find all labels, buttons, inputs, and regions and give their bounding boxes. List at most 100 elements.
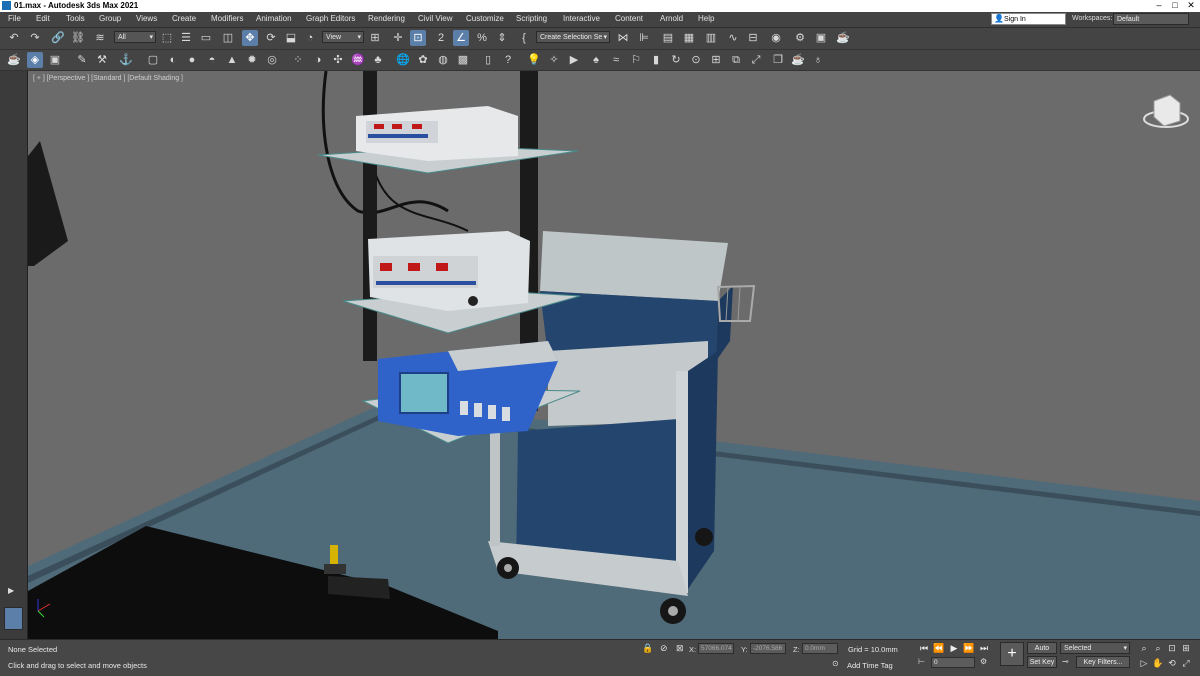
- teapot-small-icon[interactable]: ☕: [790, 52, 806, 68]
- edit-named-selection-icon[interactable]: {: [516, 30, 532, 46]
- select-place-icon[interactable]: ◔: [302, 30, 318, 46]
- globe-icon[interactable]: 🌐: [395, 52, 411, 68]
- redo-icon[interactable]: ↷: [27, 30, 43, 46]
- render-production-icon[interactable]: ☕: [835, 30, 851, 46]
- transform-tool-icon[interactable]: ⚓: [118, 52, 134, 68]
- sky-icon[interactable]: ◎: [264, 52, 280, 68]
- snaps-toggle-icon[interactable]: 2: [433, 30, 449, 46]
- menu-graph-editors[interactable]: Graph Editors: [306, 14, 355, 23]
- ribbon-toggle-icon[interactable]: ▥: [703, 30, 719, 46]
- field-of-view-icon[interactable]: ▷: [1138, 657, 1150, 669]
- mirror-icon[interactable]: ⋈: [615, 30, 631, 46]
- menu-edit[interactable]: Edit: [36, 14, 50, 23]
- play-icon[interactable]: ▶: [948, 642, 960, 654]
- camera-icon[interactable]: ▩: [455, 52, 471, 68]
- menu-interactive[interactable]: Interactive: [563, 14, 600, 23]
- grid-icon[interactable]: ⊞: [708, 52, 724, 68]
- key-mode-dropdown[interactable]: Selected: [1060, 642, 1130, 654]
- link-icon[interactable]: 🔗: [50, 30, 66, 46]
- manipulate-icon[interactable]: ✛: [390, 30, 406, 46]
- percent-snap-icon[interactable]: %: [474, 30, 490, 46]
- bind-spacewarp-icon[interactable]: ≋: [92, 30, 108, 46]
- frame-icon[interactable]: ⧉: [728, 52, 744, 68]
- time-tag-icon[interactable]: ⊙: [832, 659, 839, 668]
- palette-icon[interactable]: ✿: [415, 52, 431, 68]
- expand-icon[interactable]: ⤢: [748, 52, 764, 68]
- sun-icon[interactable]: ✹: [244, 52, 260, 68]
- bulb-outline-icon[interactable]: ♁: [810, 52, 826, 68]
- menu-customize[interactable]: Customize: [466, 14, 504, 23]
- rect-selection-icon[interactable]: ▭: [198, 30, 214, 46]
- material-editor-icon[interactable]: ◉: [768, 30, 784, 46]
- menu-rendering[interactable]: Rendering: [368, 14, 405, 23]
- spotlight-icon[interactable]: ✧: [546, 52, 562, 68]
- viewport-active-icon[interactable]: ◈: [27, 52, 43, 68]
- key-filter-icon[interactable]: ⊸: [1062, 657, 1069, 666]
- spot-light-icon[interactable]: ▲: [224, 52, 240, 68]
- menu-views[interactable]: Views: [136, 14, 157, 23]
- select-move-icon[interactable]: ✥: [242, 30, 258, 46]
- maximize-viewport-icon[interactable]: ⤢: [1180, 657, 1192, 669]
- orbit-icon[interactable]: ⟲: [1166, 657, 1178, 669]
- video-camera-icon[interactable]: ▶: [566, 52, 582, 68]
- lamp-icon[interactable]: ⚐: [628, 52, 644, 68]
- scene-explorer-icon[interactable]: ▤: [660, 30, 676, 46]
- workspace-dropdown[interactable]: Default: [1113, 13, 1189, 25]
- select-object-icon[interactable]: ⬚: [159, 30, 175, 46]
- dome-light-icon[interactable]: ◓: [204, 52, 220, 68]
- viewport-label[interactable]: [ + ] [Perspective ] [Standard ] [Defaul…: [33, 75, 183, 82]
- reference-coordinate-dropdown[interactable]: View: [322, 31, 364, 43]
- menu-scripting[interactable]: Scripting: [516, 14, 547, 23]
- menu-civil-view[interactable]: Civil View: [418, 14, 453, 23]
- teapot-icon[interactable]: ☕: [6, 52, 22, 68]
- pivot-center-icon[interactable]: ⊞: [367, 30, 383, 46]
- zoom-extents-icon[interactable]: ⊡: [1166, 642, 1178, 654]
- previous-frame-icon[interactable]: ⏪: [933, 642, 945, 654]
- go-to-end-icon[interactable]: ⏭: [978, 642, 990, 654]
- menu-animation[interactable]: Animation: [256, 14, 292, 23]
- arnold-shader-icon[interactable]: ◑: [310, 52, 326, 68]
- help-icon[interactable]: ?: [500, 52, 516, 68]
- menu-modifiers[interactable]: Modifiers: [211, 14, 243, 23]
- absolute-mode-icon[interactable]: ⊠: [676, 643, 684, 654]
- schematic-view-icon[interactable]: ⊟: [745, 30, 761, 46]
- maximize-button[interactable]: □: [1168, 0, 1182, 11]
- light-bulb-icon[interactable]: 💡: [526, 52, 542, 68]
- select-rotate-icon[interactable]: ⟳: [263, 30, 279, 46]
- lock-selection-icon[interactable]: 🔒: [642, 643, 653, 654]
- menu-arnold[interactable]: Arnold: [660, 14, 683, 23]
- layer-explorer-icon[interactable]: ▦: [681, 30, 697, 46]
- expand-arrow-icon[interactable]: ▶: [8, 586, 14, 595]
- go-to-start-icon[interactable]: ⏮: [918, 642, 930, 654]
- time-config-icon[interactable]: ⚙: [980, 657, 987, 666]
- plane-light-icon[interactable]: ▢: [145, 52, 161, 68]
- tree-icon[interactable]: ♠: [588, 52, 604, 68]
- viewport-layout-tab[interactable]: [4, 607, 23, 630]
- layer-icon[interactable]: ❐: [770, 52, 786, 68]
- color-swatch-icon[interactable]: ▮: [648, 52, 664, 68]
- align-icon[interactable]: ⊫: [636, 30, 652, 46]
- zoom-extents-all-icon[interactable]: ⊞: [1180, 642, 1192, 654]
- curve-editor-icon[interactable]: ∿: [725, 30, 741, 46]
- perspective-viewport[interactable]: [ + ] [Perspective ] [Standard ] [Defaul…: [28, 71, 1200, 639]
- zoom-icon[interactable]: ⌕: [1138, 642, 1150, 654]
- menu-file[interactable]: File: [8, 14, 21, 23]
- select-by-name-icon[interactable]: ☰: [178, 30, 194, 46]
- keyboard-shortcut-override-icon[interactable]: ⊡: [410, 30, 426, 46]
- undo-icon[interactable]: ↶: [6, 30, 22, 46]
- spinner-snap-icon[interactable]: ⇕: [494, 30, 510, 46]
- close-button[interactable]: ✕: [1184, 0, 1198, 11]
- rendered-frame-window-icon[interactable]: ▣: [813, 30, 829, 46]
- sphere-light-icon[interactable]: ◐: [165, 52, 181, 68]
- selection-filter-dropdown[interactable]: All: [114, 31, 156, 43]
- render-view-icon[interactable]: ▣: [47, 52, 63, 68]
- unlink-icon[interactable]: ⛓: [70, 30, 86, 46]
- fur-icon[interactable]: ♒: [350, 52, 366, 68]
- auto-key-button[interactable]: Auto Key: [1027, 642, 1057, 663]
- document-icon[interactable]: ▯: [480, 52, 496, 68]
- add-time-tag[interactable]: Add Time Tag: [847, 661, 893, 670]
- isolate-icon[interactable]: ⊘: [660, 643, 668, 654]
- y-coordinate-field[interactable]: -2076.586: [750, 643, 786, 654]
- material-slot-icon[interactable]: ◍: [435, 52, 451, 68]
- pan-view-icon[interactable]: ✋: [1152, 657, 1164, 669]
